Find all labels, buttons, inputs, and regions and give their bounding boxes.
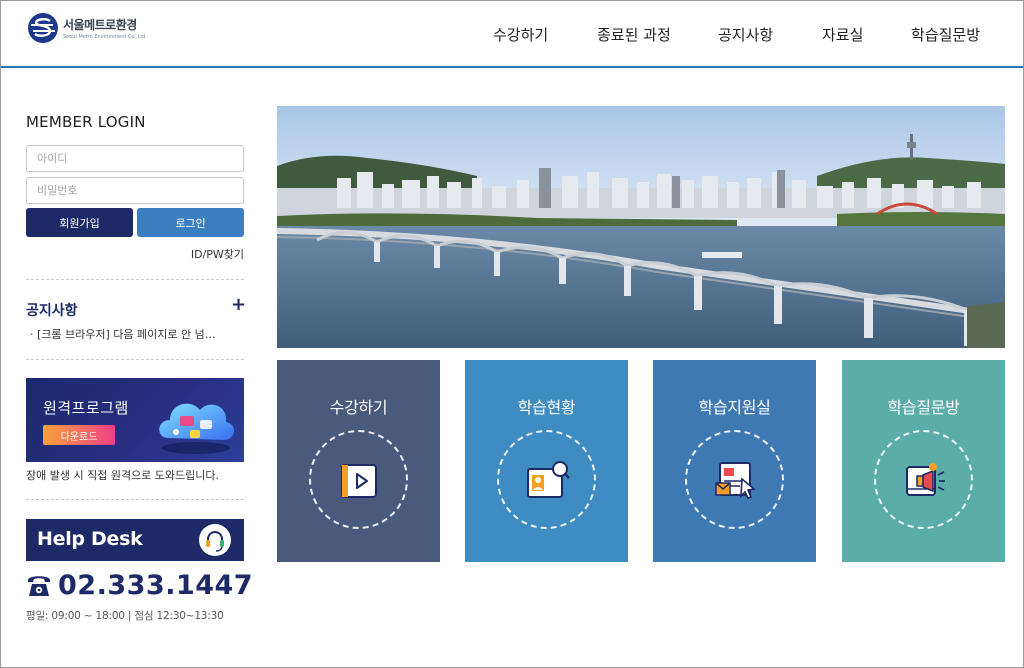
tile-label: 수강하기 bbox=[329, 398, 388, 417]
tile-label: 학습질문방 bbox=[887, 398, 960, 417]
tile-label: 학습현황 bbox=[517, 398, 576, 417]
support-docs-icon bbox=[715, 462, 756, 499]
megaphone-icon bbox=[906, 463, 945, 496]
remote-program-title: 원격프로그램 bbox=[43, 399, 129, 417]
profile-search-icon bbox=[527, 461, 570, 498]
tile-learning-status[interactable]: 학습현황 bbox=[465, 360, 628, 562]
telephone-icon bbox=[28, 576, 50, 596]
notice-item[interactable]: · [크롬 브라우저] 다음 페이지로 안 넘… bbox=[30, 326, 242, 342]
hero-image bbox=[277, 106, 1005, 348]
tile-courses[interactable]: 수강하기 bbox=[277, 360, 440, 562]
tile-icon-circle bbox=[685, 430, 784, 529]
nav-item-notices[interactable]: 공지사항 bbox=[718, 24, 773, 45]
password-input[interactable] bbox=[26, 177, 244, 204]
tile-icon-circle bbox=[874, 430, 973, 529]
cloud-icon bbox=[159, 403, 235, 454]
helpdesk-hours: 평일: 09:00 ~ 18:00 | 점심 12:30~13:30 bbox=[26, 610, 224, 622]
remote-program-banner[interactable]: 원격프로그램 다운로드 bbox=[26, 378, 244, 462]
divider bbox=[26, 359, 244, 360]
site-logo[interactable]: 서울메트로환경 Seoul Metro Environment Co.,Ltd. bbox=[26, 12, 147, 44]
nav-item-courses[interactable]: 수강하기 bbox=[493, 24, 548, 45]
login-button[interactable]: 로그인 bbox=[137, 208, 244, 237]
brand-subtitle: Seoul Metro Environment Co.,Ltd. bbox=[63, 34, 148, 40]
help-desk-title: Help Desk bbox=[37, 528, 143, 550]
headset-icon bbox=[199, 524, 231, 556]
divider bbox=[26, 279, 244, 280]
play-book-icon bbox=[341, 464, 377, 498]
join-button[interactable]: 회원가입 bbox=[26, 208, 133, 237]
site-header: 서울메트로환경 Seoul Metro Environment Co.,Ltd.… bbox=[1, 1, 1023, 68]
notice-title[interactable]: 공지사항 bbox=[26, 300, 78, 320]
tile-label: 학습지원실 bbox=[698, 398, 771, 417]
tile-qna[interactable]: 학습질문방 bbox=[842, 360, 1005, 562]
tile-icon-circle bbox=[309, 430, 408, 529]
helpdesk-phone-number: 02.333.1447 bbox=[58, 570, 254, 601]
help-desk-banner: Help Desk bbox=[26, 519, 244, 561]
remote-download-button[interactable]: 다운로드 bbox=[43, 425, 115, 445]
nav-item-archive[interactable]: 자료실 bbox=[822, 24, 863, 45]
remote-caption: 장애 발생 시 직접 원격으로 도와드립니다. bbox=[26, 469, 220, 482]
seoul-metro-logo-icon bbox=[28, 13, 58, 43]
brand-name: 서울메트로환경 bbox=[63, 18, 137, 32]
user-id-input[interactable] bbox=[26, 145, 244, 172]
find-id-pw-link[interactable]: ID/PW찾기 bbox=[191, 246, 244, 262]
nav-item-finished-courses[interactable]: 종료된 과정 bbox=[597, 24, 671, 45]
nav-item-qna[interactable]: 학습질문방 bbox=[911, 24, 980, 45]
divider bbox=[26, 499, 244, 500]
member-login-title: MEMBER LOGIN bbox=[26, 113, 146, 131]
notice-more-icon[interactable]: + bbox=[231, 294, 246, 315]
tile-icon-circle bbox=[497, 430, 596, 529]
tile-learning-support[interactable]: 학습지원실 bbox=[653, 360, 816, 562]
